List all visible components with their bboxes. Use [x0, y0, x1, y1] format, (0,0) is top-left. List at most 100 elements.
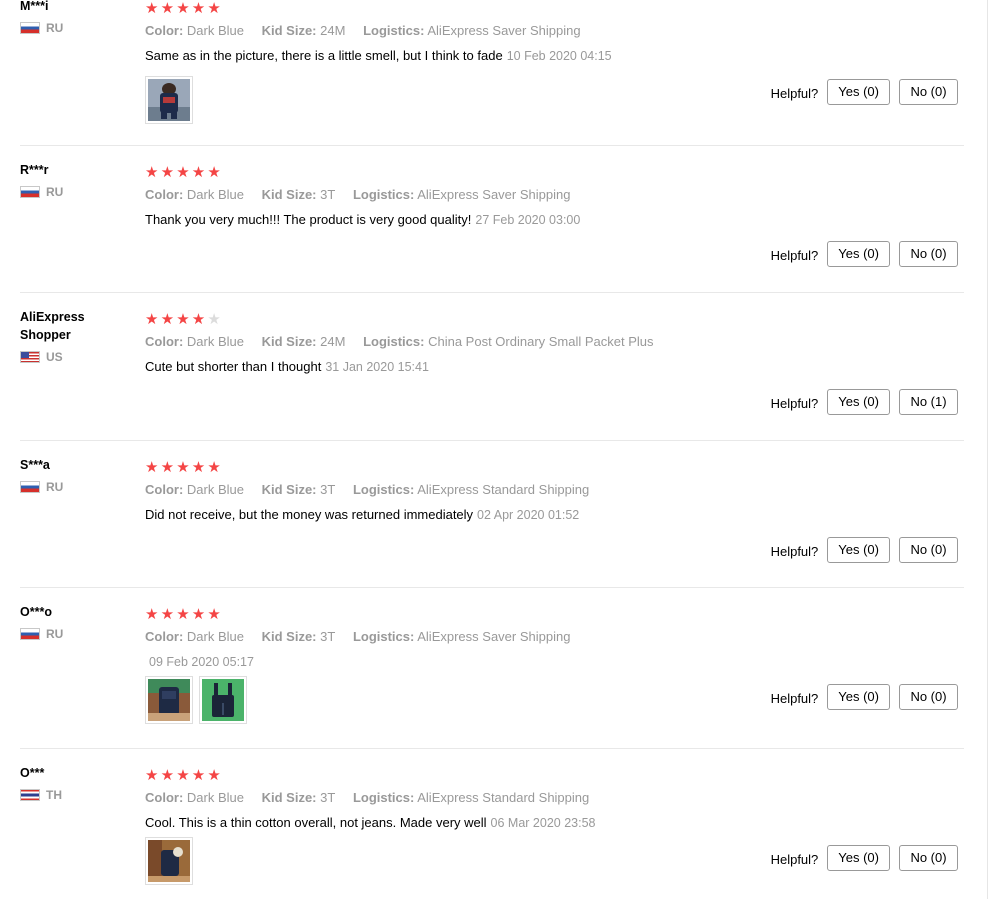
- star-filled-icon: ★: [176, 310, 190, 328]
- review-text-line: Thank you very much!!! The product is ve…: [145, 211, 965, 229]
- attr-color-key: Color:: [145, 23, 184, 38]
- star-filled-icon: ★: [160, 458, 175, 476]
- review-time: 09 Feb 2020 05:17: [149, 655, 254, 669]
- attr-color-value: Dark Blue: [186, 629, 244, 644]
- star-filled-icon: ★: [160, 766, 175, 784]
- star-filled-icon: ★: [191, 310, 206, 328]
- star-filled-icon: ★: [176, 0, 190, 17]
- helpful-label: Helpful?: [770, 852, 819, 867]
- helpful-vote: Helpful? Yes (0) No (0): [771, 241, 958, 267]
- helpful-label: Helpful?: [770, 396, 819, 411]
- attr-color-key: Color:: [145, 187, 184, 202]
- russia-flag-icon: [20, 628, 40, 640]
- vote-no-button[interactable]: No (0): [899, 79, 958, 105]
- attr-logistics: Logistics: AliExpress Saver Shipping: [363, 23, 581, 38]
- star-filled-icon: ★: [145, 458, 159, 476]
- review-item: R***r RU ★ ★ ★ ★ ★ Color: Dark Blue Kid Size…: [20, 146, 964, 293]
- review-text-line: Same as in the picture, there is a littl…: [145, 47, 965, 65]
- star-empty-icon: ★: [207, 310, 221, 328]
- review-time: 27 Feb 2020 03:00: [475, 213, 581, 227]
- review-time: 10 Feb 2020 04:15: [506, 49, 612, 63]
- product-attributes: Color: Dark Blue Kid Size: 24M Logistics…: [145, 22, 965, 40]
- review-photos: [145, 676, 247, 724]
- vote-no-button[interactable]: No (0): [899, 241, 958, 267]
- star-filled-icon: ★: [191, 458, 206, 476]
- review-photo-thumbnail[interactable]: [199, 676, 247, 724]
- feedback-list: M***i RU ★ ★ ★ ★ ★ Color: Dark Blue Kid Size…: [20, 0, 964, 904]
- review-content: ★ ★ ★ ★ ★ Color: Dark Blue Kid Size: 24M Log…: [145, 0, 965, 124]
- attr-size-value: 3T: [320, 629, 336, 644]
- review-text-line: Did not receive, but the money was retur…: [145, 506, 965, 524]
- review-item: S***a RU ★ ★ ★ ★ ★ Color: Dark Blue Kid Size…: [20, 441, 964, 588]
- attr-size-key: Kid Size:: [261, 334, 317, 349]
- review-text-line: Cool. This is a thin cotton overall, not…: [145, 814, 965, 832]
- overall-photo-icon: [202, 679, 244, 721]
- helpful-label: Helpful?: [770, 86, 819, 101]
- vote-no-button[interactable]: No (0): [899, 845, 958, 871]
- country-code: RU: [46, 627, 64, 641]
- attr-logistics-value: AliExpress Saver Shipping: [417, 187, 571, 202]
- vote-yes-button[interactable]: Yes (0): [827, 537, 890, 563]
- vote-no-button[interactable]: No (0): [899, 684, 958, 710]
- reviewer-name: AliExpress Shopper: [20, 310, 85, 342]
- star-rating: ★ ★ ★ ★ ★: [145, 606, 965, 622]
- attr-size-value: 24M: [320, 23, 346, 38]
- overall-photo-icon: [148, 79, 190, 121]
- vote-yes-button[interactable]: Yes (0): [827, 241, 890, 267]
- product-attributes: Color: Dark Blue Kid Size: 3T Logistics:…: [145, 186, 965, 204]
- thailand-flag-icon: [20, 789, 40, 801]
- attr-color-key: Color:: [145, 334, 184, 349]
- country-code: RU: [46, 480, 64, 494]
- star-filled-icon: ★: [176, 766, 190, 784]
- star-filled-icon: ★: [145, 0, 159, 17]
- star-filled-icon: ★: [160, 0, 175, 17]
- helpful-label: Helpful?: [770, 248, 819, 263]
- helpful-vote: Helpful? Yes (0) No (1): [771, 389, 958, 415]
- vote-yes-button[interactable]: Yes (0): [827, 389, 890, 415]
- star-filled-icon: ★: [207, 458, 221, 476]
- star-filled-icon: ★: [145, 766, 159, 784]
- vote-yes-button[interactable]: Yes (0): [827, 79, 890, 105]
- review-content: ★ ★ ★ ★ ★ Color: Dark Blue Kid Size: 3T Logi…: [145, 603, 965, 724]
- star-filled-icon: ★: [145, 310, 159, 328]
- star-filled-icon: ★: [160, 163, 175, 181]
- attr-logistics-value: AliExpress Standard Shipping: [417, 482, 590, 497]
- product-attributes: Color: Dark Blue Kid Size: 24M Logistics…: [145, 333, 965, 351]
- star-filled-icon: ★: [191, 605, 206, 623]
- attr-color-value: Dark Blue: [186, 23, 244, 38]
- review-photos: [145, 837, 193, 885]
- star-filled-icon: ★: [191, 0, 206, 17]
- vote-yes-button[interactable]: Yes (0): [827, 684, 890, 710]
- attr-color-key: Color:: [145, 629, 184, 644]
- vote-no-button[interactable]: No (0): [899, 537, 958, 563]
- review-item: M***i RU ★ ★ ★ ★ ★ Color: Dark Blue Kid Size…: [20, 0, 964, 146]
- review-text: Same as in the picture, there is a littl…: [145, 48, 503, 63]
- review-text: Did not receive, but the money was retur…: [145, 507, 474, 522]
- review-content: ★ ★ ★ ★ ★ Color: Dark Blue Kid Size: 3T Logi…: [145, 456, 965, 524]
- vote-yes-button[interactable]: Yes (0): [827, 845, 890, 871]
- attr-color-value: Dark Blue: [186, 187, 244, 202]
- helpful-vote: Helpful? Yes (0) No (0): [771, 684, 958, 710]
- russia-flag-icon: [20, 186, 40, 198]
- review-photo-thumbnail[interactable]: [145, 676, 193, 724]
- star-filled-icon: ★: [176, 458, 190, 476]
- overall-photo-icon: [148, 840, 190, 882]
- review-text: Cool. This is a thin cotton overall, not…: [145, 815, 487, 830]
- reviewer-name: M***i: [20, 0, 49, 13]
- attr-logistics-key: Logistics:: [363, 334, 425, 349]
- review-item: O*** TH ★ ★ ★ ★ ★ Color: Dark Blue Kid Size:…: [20, 749, 964, 904]
- reviewer-name: R***r: [20, 163, 49, 177]
- reviewer-country: TH: [20, 788, 135, 802]
- star-filled-icon: ★: [176, 605, 190, 623]
- review-photo-thumbnail[interactable]: [145, 837, 193, 885]
- review-text-line: 09 Feb 2020 05:17: [145, 653, 965, 671]
- review-text: Cute but shorter than I thought: [145, 359, 322, 374]
- review-photo-thumbnail[interactable]: [145, 76, 193, 124]
- attr-size-key: Kid Size:: [261, 629, 317, 644]
- attr-logistics-key: Logistics:: [363, 23, 425, 38]
- reviewer-country: RU: [20, 21, 135, 35]
- review-photos: [145, 76, 193, 124]
- usa-flag-icon: [20, 351, 40, 363]
- review-time: 02 Apr 2020 01:52: [477, 508, 580, 522]
- vote-no-button[interactable]: No (1): [899, 389, 958, 415]
